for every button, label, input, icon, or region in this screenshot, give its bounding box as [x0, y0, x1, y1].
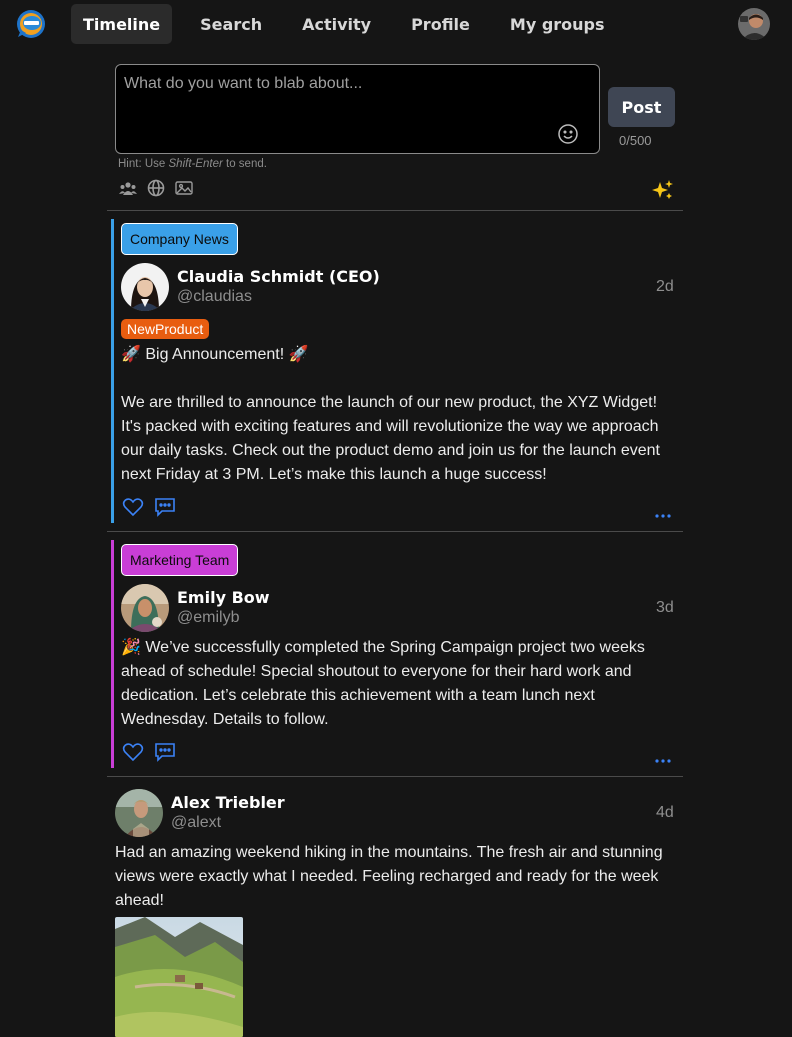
nav-timeline[interactable]: Timeline	[71, 4, 173, 44]
group-color-bar	[111, 540, 114, 768]
post-body: Had an amazing weekend hiking in the mou…	[115, 844, 663, 909]
author-name[interactable]: Alex Triebler	[171, 793, 285, 812]
avatar[interactable]	[115, 789, 163, 837]
send-hint: Hint: Use Shift-Enter to send.	[118, 158, 267, 170]
post-body-heading: 🚀 Big Announcement! 🚀	[121, 346, 309, 363]
ai-sparkle-icon[interactable]	[651, 178, 675, 202]
nav-search[interactable]: Search	[188, 4, 274, 44]
app-logo-icon[interactable]	[15, 8, 47, 40]
author-name[interactable]: Emily Bow	[177, 588, 270, 607]
like-heart-icon[interactable]	[122, 741, 144, 763]
post-card: Alex Triebler @alext 4d Had an amazing w…	[107, 785, 683, 1037]
post-time[interactable]: 2d	[656, 278, 674, 296]
hashtag-badge[interactable]: NewProduct	[121, 319, 210, 339]
divider	[107, 210, 683, 211]
post-body: We are thrilled to announce the launch o…	[121, 394, 660, 483]
author-handle[interactable]: @alext	[171, 814, 221, 832]
emoji-icon[interactable]	[557, 123, 579, 145]
post-text-input[interactable]	[116, 65, 599, 153]
character-counter: 0/500	[619, 133, 652, 148]
current-user-avatar[interactable]	[738, 8, 770, 40]
post-image[interactable]	[115, 917, 243, 1037]
comment-icon[interactable]	[154, 496, 176, 518]
group-audience-icon[interactable]	[119, 179, 137, 197]
avatar[interactable]	[121, 584, 169, 632]
author-handle[interactable]: @emilyb	[177, 609, 239, 627]
divider	[107, 776, 683, 777]
group-color-bar	[111, 219, 114, 523]
avatar[interactable]	[121, 263, 169, 311]
more-options-icon[interactable]	[654, 504, 672, 518]
nav-profile[interactable]: Profile	[399, 4, 482, 44]
composer-tools	[119, 179, 193, 197]
main-nav: Timeline Search Activity Profile My grou…	[71, 4, 633, 44]
more-options-icon[interactable]	[654, 749, 672, 763]
hint-suffix: to send.	[222, 158, 267, 170]
post-composer	[115, 64, 600, 154]
nav-my-groups[interactable]: My groups	[498, 4, 617, 44]
hint-prefix: Hint: Use	[118, 158, 169, 170]
globe-icon[interactable]	[147, 179, 165, 197]
post-body: 🎉 We’ve successfully completed the Sprin…	[121, 639, 645, 728]
post-button[interactable]: Post	[608, 87, 675, 127]
nav-activity[interactable]: Activity	[290, 4, 383, 44]
post-card: Company News Claudia Schmidt (CEO) @clau…	[107, 219, 683, 523]
post-card: Marketing Team Emily Bow @emilyb 3d 🎉 We…	[107, 540, 683, 768]
post-time[interactable]: 4d	[656, 804, 674, 822]
image-upload-icon[interactable]	[175, 179, 193, 197]
author-handle[interactable]: @claudias	[177, 288, 252, 306]
group-tag[interactable]: Company News	[121, 223, 238, 255]
hint-key: Shift-Enter	[168, 158, 223, 170]
top-navigation: Timeline Search Activity Profile My grou…	[0, 0, 792, 48]
group-tag[interactable]: Marketing Team	[121, 544, 239, 576]
comment-icon[interactable]	[154, 741, 176, 763]
like-heart-icon[interactable]	[122, 496, 144, 518]
divider	[107, 531, 683, 532]
post-time[interactable]: 3d	[656, 599, 674, 617]
author-name[interactable]: Claudia Schmidt (CEO)	[177, 267, 380, 286]
